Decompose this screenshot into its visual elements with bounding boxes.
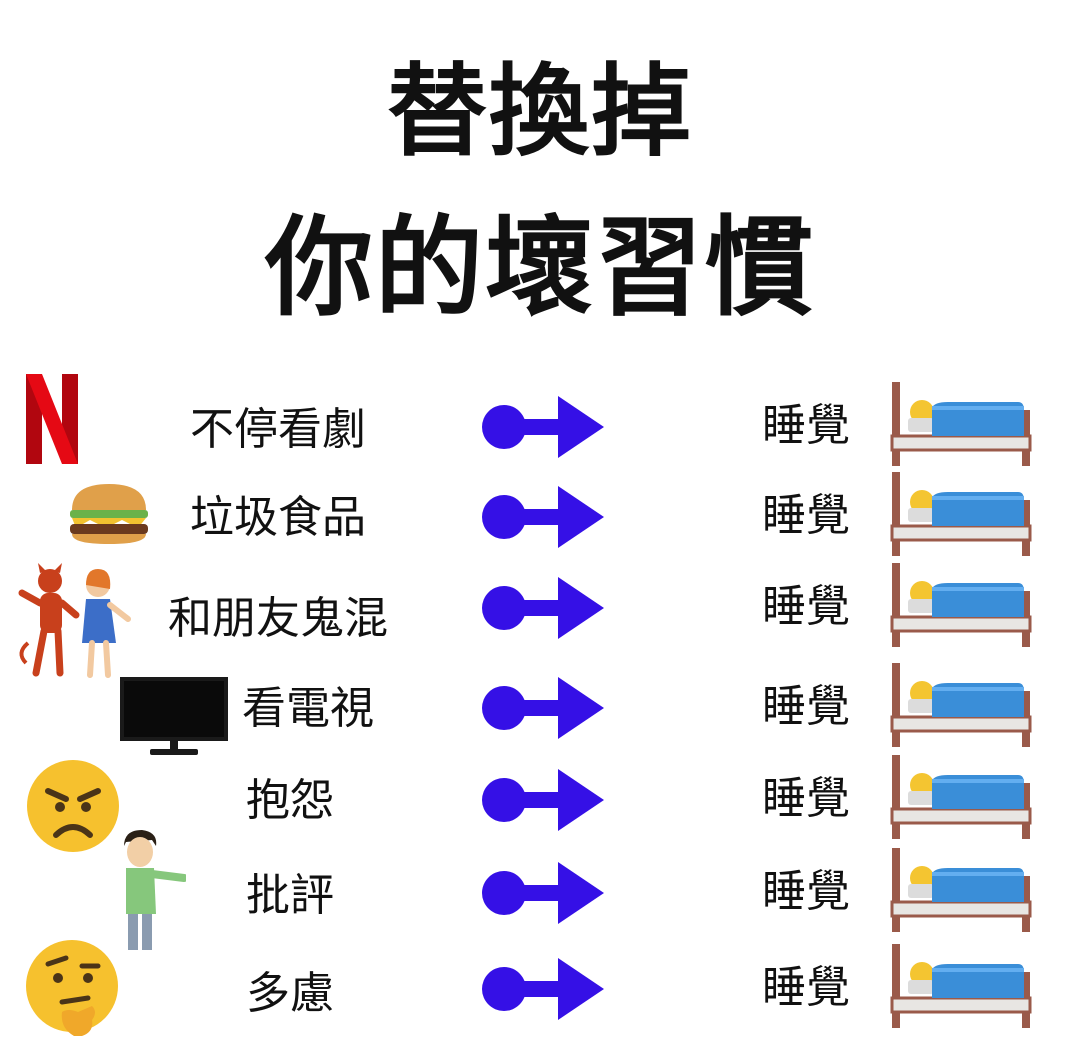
angry-face-icon — [27, 760, 119, 852]
habit-label: 多慮 — [246, 968, 334, 1019]
person-in-bed-icon — [890, 382, 1032, 466]
habit-row: 批評 睡覺 — [0, 830, 1080, 950]
person-in-bed-icon — [890, 663, 1032, 747]
habit-label: 批評 — [246, 870, 334, 921]
arrow-right-icon — [482, 486, 604, 548]
arrow-right-icon — [482, 396, 604, 458]
arrow-right-icon — [482, 677, 604, 739]
sleep-label: 睡覺 — [762, 581, 850, 632]
arrow-right-icon — [482, 769, 604, 831]
habit-row: 垃圾食品 睡覺 — [0, 472, 1080, 562]
habit-row: 看電視 睡覺 — [0, 663, 1080, 755]
sleep-label: 睡覺 — [762, 681, 850, 732]
habit-label: 不停看劇 — [190, 404, 366, 455]
habit-row: 不停看劇 睡覺 — [0, 374, 1080, 472]
sleep-label: 睡覺 — [762, 490, 850, 541]
thinking-face-icon — [26, 940, 118, 1036]
habit-row: 和朋友鬼混 睡覺 — [0, 563, 1080, 678]
habit-label: 看電視 — [242, 683, 374, 734]
habit-label: 抱怨 — [246, 775, 334, 826]
habit-label: 垃圾食品 — [190, 492, 366, 543]
netflix-logo-icon — [26, 374, 78, 464]
person-in-bed-icon — [890, 755, 1032, 839]
habit-row: 多慮 睡覺 — [0, 940, 1080, 1036]
pointing-man-icon — [124, 830, 186, 950]
title-line-1: 替換掉 — [387, 53, 693, 170]
title-line-2: 你的壞習慣 — [264, 206, 815, 331]
hamburger-icon — [70, 484, 148, 544]
television-icon — [120, 677, 228, 755]
arrow-right-icon — [482, 958, 604, 1020]
person-in-bed-icon — [890, 563, 1032, 647]
habit-label: 和朋友鬼混 — [168, 593, 388, 644]
sleep-label: 睡覺 — [762, 773, 850, 824]
sleep-label: 睡覺 — [762, 866, 850, 917]
person-in-bed-icon — [890, 848, 1032, 932]
person-in-bed-icon — [890, 472, 1032, 556]
sleep-label: 睡覺 — [762, 400, 850, 451]
arrow-right-icon — [482, 862, 604, 924]
arrow-right-icon — [482, 577, 604, 639]
person-in-bed-icon — [890, 944, 1032, 1028]
sleep-label: 睡覺 — [762, 962, 850, 1013]
